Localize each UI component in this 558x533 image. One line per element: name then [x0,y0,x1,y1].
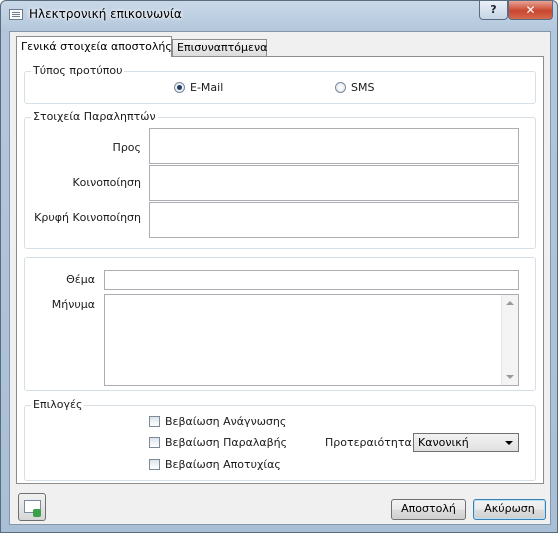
read-receipt-label[interactable]: Βεβαίωση Ανάγνωσης [165,415,286,428]
dialog-window: Ηλεκτρονική επικοινωνία ? ✕ Γενικά στοιχ… [0,0,558,533]
failure-receipt-checkbox[interactable] [149,459,160,470]
body-field[interactable] [104,294,519,386]
cancel-button[interactable]: Ακύρωση [473,499,546,520]
tab-general[interactable]: Γενικά στοιχεία αποστολής [16,36,172,57]
radio-sms-label[interactable]: SMS [351,81,374,94]
template-type-title: Τύπος προτύπου [31,64,125,77]
chevron-down-icon[interactable] [505,441,513,445]
to-label: Προς [112,141,141,154]
dialog-client-area: Γενικά στοιχεία αποστολής Επισυναπτόμενα… [9,31,551,525]
priority-select[interactable]: Κανονική [413,433,519,452]
recipients-title: Στοιχεία Παραληπτών [31,110,158,123]
radio-email-label[interactable]: E-Mail [190,81,223,94]
subject-label: Θέμα [66,273,95,286]
window-title: Ηλεκτρονική επικοινωνία [29,7,182,21]
options-group: Επιλογές Βεβαίωση Ανάγνωσης Βεβαίωση Παρ… [24,398,536,481]
scroll-down-icon[interactable] [506,375,514,379]
delivery-receipt-label[interactable]: Βεβαίωση Παραλαβής [165,436,287,449]
title-bar[interactable]: Ηλεκτρονική επικοινωνία ? ✕ [1,1,557,29]
message-group: Θέμα Μήνυμα [24,257,536,391]
attachment-badge-icon [33,509,41,517]
body-label: Μήνυμα [51,298,95,311]
priority-value: Κανονική [418,436,469,449]
tab-attachments[interactable]: Επισυναπτόμενα [172,39,267,56]
to-field[interactable] [149,128,519,164]
help-button[interactable]: ? [479,1,508,20]
close-button[interactable]: ✕ [508,1,553,20]
failure-receipt-label[interactable]: Βεβαίωση Αποτυχίας [165,458,281,471]
priority-label: Προτεραιότητα [325,436,412,449]
scroll-up-icon[interactable] [506,301,514,305]
bcc-label: Κρυφή Κοινοποίηση [34,211,141,224]
options-title: Επιλογές [31,398,85,411]
send-button[interactable]: Αποστολή [391,499,466,520]
radio-email[interactable] [174,82,185,93]
subject-field[interactable] [104,270,519,290]
tab-panel-general: Τύπος προτύπου E-Mail SMS Στοιχεία Παραλ… [16,56,544,484]
template-type-group: Τύπος προτύπου E-Mail SMS [24,64,536,104]
cc-label: Κοινοποίηση [72,176,141,189]
body-scrollbar[interactable] [501,295,518,385]
read-receipt-checkbox[interactable] [149,416,160,427]
radio-sms[interactable] [335,82,346,93]
cc-field[interactable] [149,165,519,201]
recipients-group: Στοιχεία Παραληπτών Προς Κοινοποίηση Κρυ… [24,110,536,249]
bcc-field[interactable] [149,202,519,238]
delivery-receipt-checkbox[interactable] [149,437,160,448]
window-app-icon [9,9,23,20]
email-attachment-icon[interactable] [18,493,46,521]
